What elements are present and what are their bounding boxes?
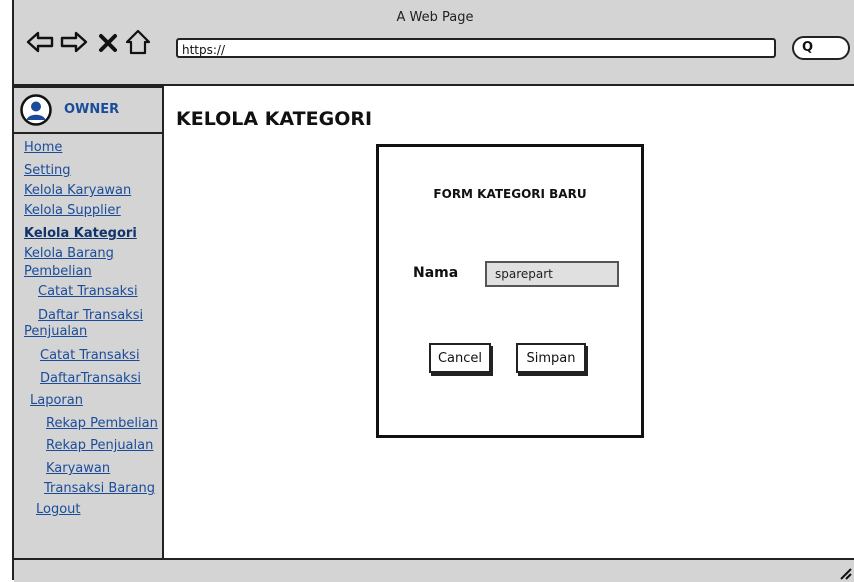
sidebar-item-transaksi-barang[interactable]: Transaksi Barang <box>44 481 155 496</box>
category-form-panel: FORM KATEGORI BARU Nama Cancel Simpan <box>376 144 644 438</box>
sidebar-item-logout[interactable]: Logout <box>36 502 81 517</box>
browser-window: A Web Page https:// Q OWNER Home Setting… <box>12 0 854 582</box>
sidebar-item-setting[interactable]: Setting <box>24 163 71 178</box>
back-arrow-icon[interactable] <box>26 28 54 56</box>
name-field-label: Nama <box>413 265 459 281</box>
sidebar-item-penjualan-catat-transaksi[interactable]: Catat Transaksi <box>40 348 140 363</box>
sidebar-item-laporan-karyawan[interactable]: Karyawan <box>46 461 110 476</box>
sidebar-item-kelola-karyawan[interactable]: Kelola Karyawan <box>24 183 131 198</box>
sidebar-item-kelola-barang[interactable]: Kelola Barang <box>24 246 114 261</box>
sidebar-item-penjualan[interactable]: Penjualan <box>24 324 87 339</box>
sidebar: OWNER Home Setting Kelola Karyawan Kelol… <box>14 86 164 558</box>
owner-header: OWNER <box>14 88 162 134</box>
browser-toolbar: A Web Page https:// Q <box>14 0 854 86</box>
sidebar-item-laporan[interactable]: Laporan <box>30 393 83 408</box>
sidebar-item-pembelian-daftar-transaksi[interactable]: Daftar Transaksi <box>38 308 143 323</box>
user-avatar-icon <box>20 94 52 126</box>
page-title: KELOLA KATEGORI <box>176 108 373 130</box>
window-title: A Web Page <box>396 10 474 25</box>
sidebar-item-penjualan-daftar-transaksi[interactable]: DaftarTransaksi <box>40 371 141 386</box>
close-x-icon[interactable] <box>96 28 120 56</box>
form-heading: FORM KATEGORI BARU <box>433 187 587 201</box>
sidebar-item-rekap-penjualan[interactable]: Rekap Penjualan <box>46 438 153 453</box>
sidebar-item-kelola-kategori[interactable]: Kelola Kategori <box>24 226 137 241</box>
url-input[interactable]: https:// <box>176 38 776 58</box>
sidebar-item-home[interactable]: Home <box>24 140 62 155</box>
sidebar-item-kelola-supplier[interactable]: Kelola Supplier <box>24 203 121 218</box>
sidebar-item-pembelian[interactable]: Pembelian <box>24 264 92 279</box>
save-button[interactable]: Simpan <box>516 343 586 373</box>
cancel-button[interactable]: Cancel <box>429 343 491 373</box>
sidebar-item-pembelian-catat-transaksi[interactable]: Catat Transaksi <box>38 284 138 299</box>
forward-arrow-icon[interactable] <box>60 28 88 56</box>
sidebar-item-rekap-pembelian[interactable]: Rekap Pembelian <box>46 416 158 431</box>
search-button[interactable]: Q <box>792 36 850 60</box>
resize-grip-icon[interactable] <box>838 566 852 580</box>
search-icon: Q <box>802 40 814 55</box>
owner-label: OWNER <box>64 102 120 117</box>
home-icon[interactable] <box>124 28 152 56</box>
status-bar <box>14 558 854 582</box>
name-input[interactable] <box>485 261 619 287</box>
